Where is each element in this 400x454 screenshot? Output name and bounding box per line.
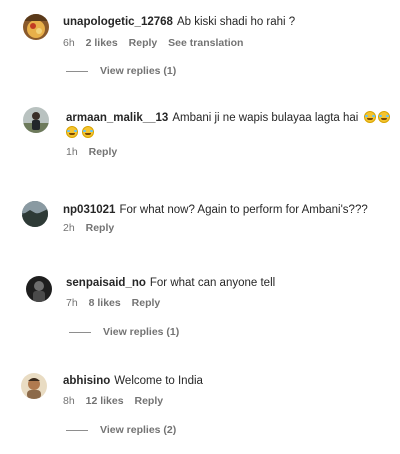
like-count[interactable]: 12 likes [86,395,124,407]
comment-time: 1h [66,146,78,158]
view-replies-label: View replies (1) [100,65,177,77]
comment-username[interactable]: senpaisaid_no [66,277,146,289]
view-replies-button[interactable]: View replies (1) [69,326,179,338]
avatar[interactable] [21,373,47,399]
view-replies-label: View replies (2) [100,424,177,436]
avatar[interactable] [26,276,52,302]
laughing-emoji-icon [82,126,94,138]
comment-text: For what now? Again to perform for Amban… [119,204,368,216]
avatar-face-photo-icon [21,373,47,399]
laughing-emoji-icon [66,126,78,138]
avatar-person-photo-icon [23,107,49,133]
avatar[interactable] [22,201,48,227]
comment-text: Ambani ji ne wapis bulayaa lagta hai [172,112,359,124]
divider-dash [69,331,91,333]
reply-button[interactable]: Reply [129,37,158,49]
comment-time: 6h [63,37,75,49]
like-count[interactable]: 8 likes [89,297,121,309]
comment-username[interactable]: armaan_malik__13 [66,112,168,124]
reply-button[interactable]: Reply [134,395,163,407]
avatar[interactable] [23,14,49,40]
avatar-landscape-photo-icon [22,201,48,227]
see-translation-button[interactable]: See translation [168,37,243,49]
divider-dash [66,429,88,431]
comment-text: Welcome to India [114,375,203,387]
comment-text: Ab kiski shadi ho rahi ? [176,16,296,28]
view-replies-label: View replies (1) [103,326,180,338]
divider-dash [66,70,88,72]
comment-username[interactable]: np031021 [63,204,115,216]
comment-username[interactable]: unapologetic_12768 [63,16,173,28]
view-replies-button[interactable]: View replies (2) [66,424,176,436]
reply-button[interactable]: Reply [89,146,118,158]
avatar-food-photo-icon [23,14,49,40]
laughing-emoji-icon [363,111,376,123]
comment-time: 2h [63,222,75,234]
comment-username[interactable]: abhisino [63,375,110,387]
comment-time: 8h [63,395,75,407]
comment-time: 7h [66,297,78,309]
avatar-dark-photo-icon [26,276,52,302]
like-count[interactable]: 2 likes [86,37,118,49]
reply-button[interactable]: Reply [86,222,115,234]
laughing-emoji-icon [377,111,390,123]
reply-button[interactable]: Reply [132,297,161,309]
avatar[interactable] [23,107,49,133]
comment-text: For what can anyone tell [149,277,276,289]
view-replies-button[interactable]: View replies (1) [66,65,176,77]
